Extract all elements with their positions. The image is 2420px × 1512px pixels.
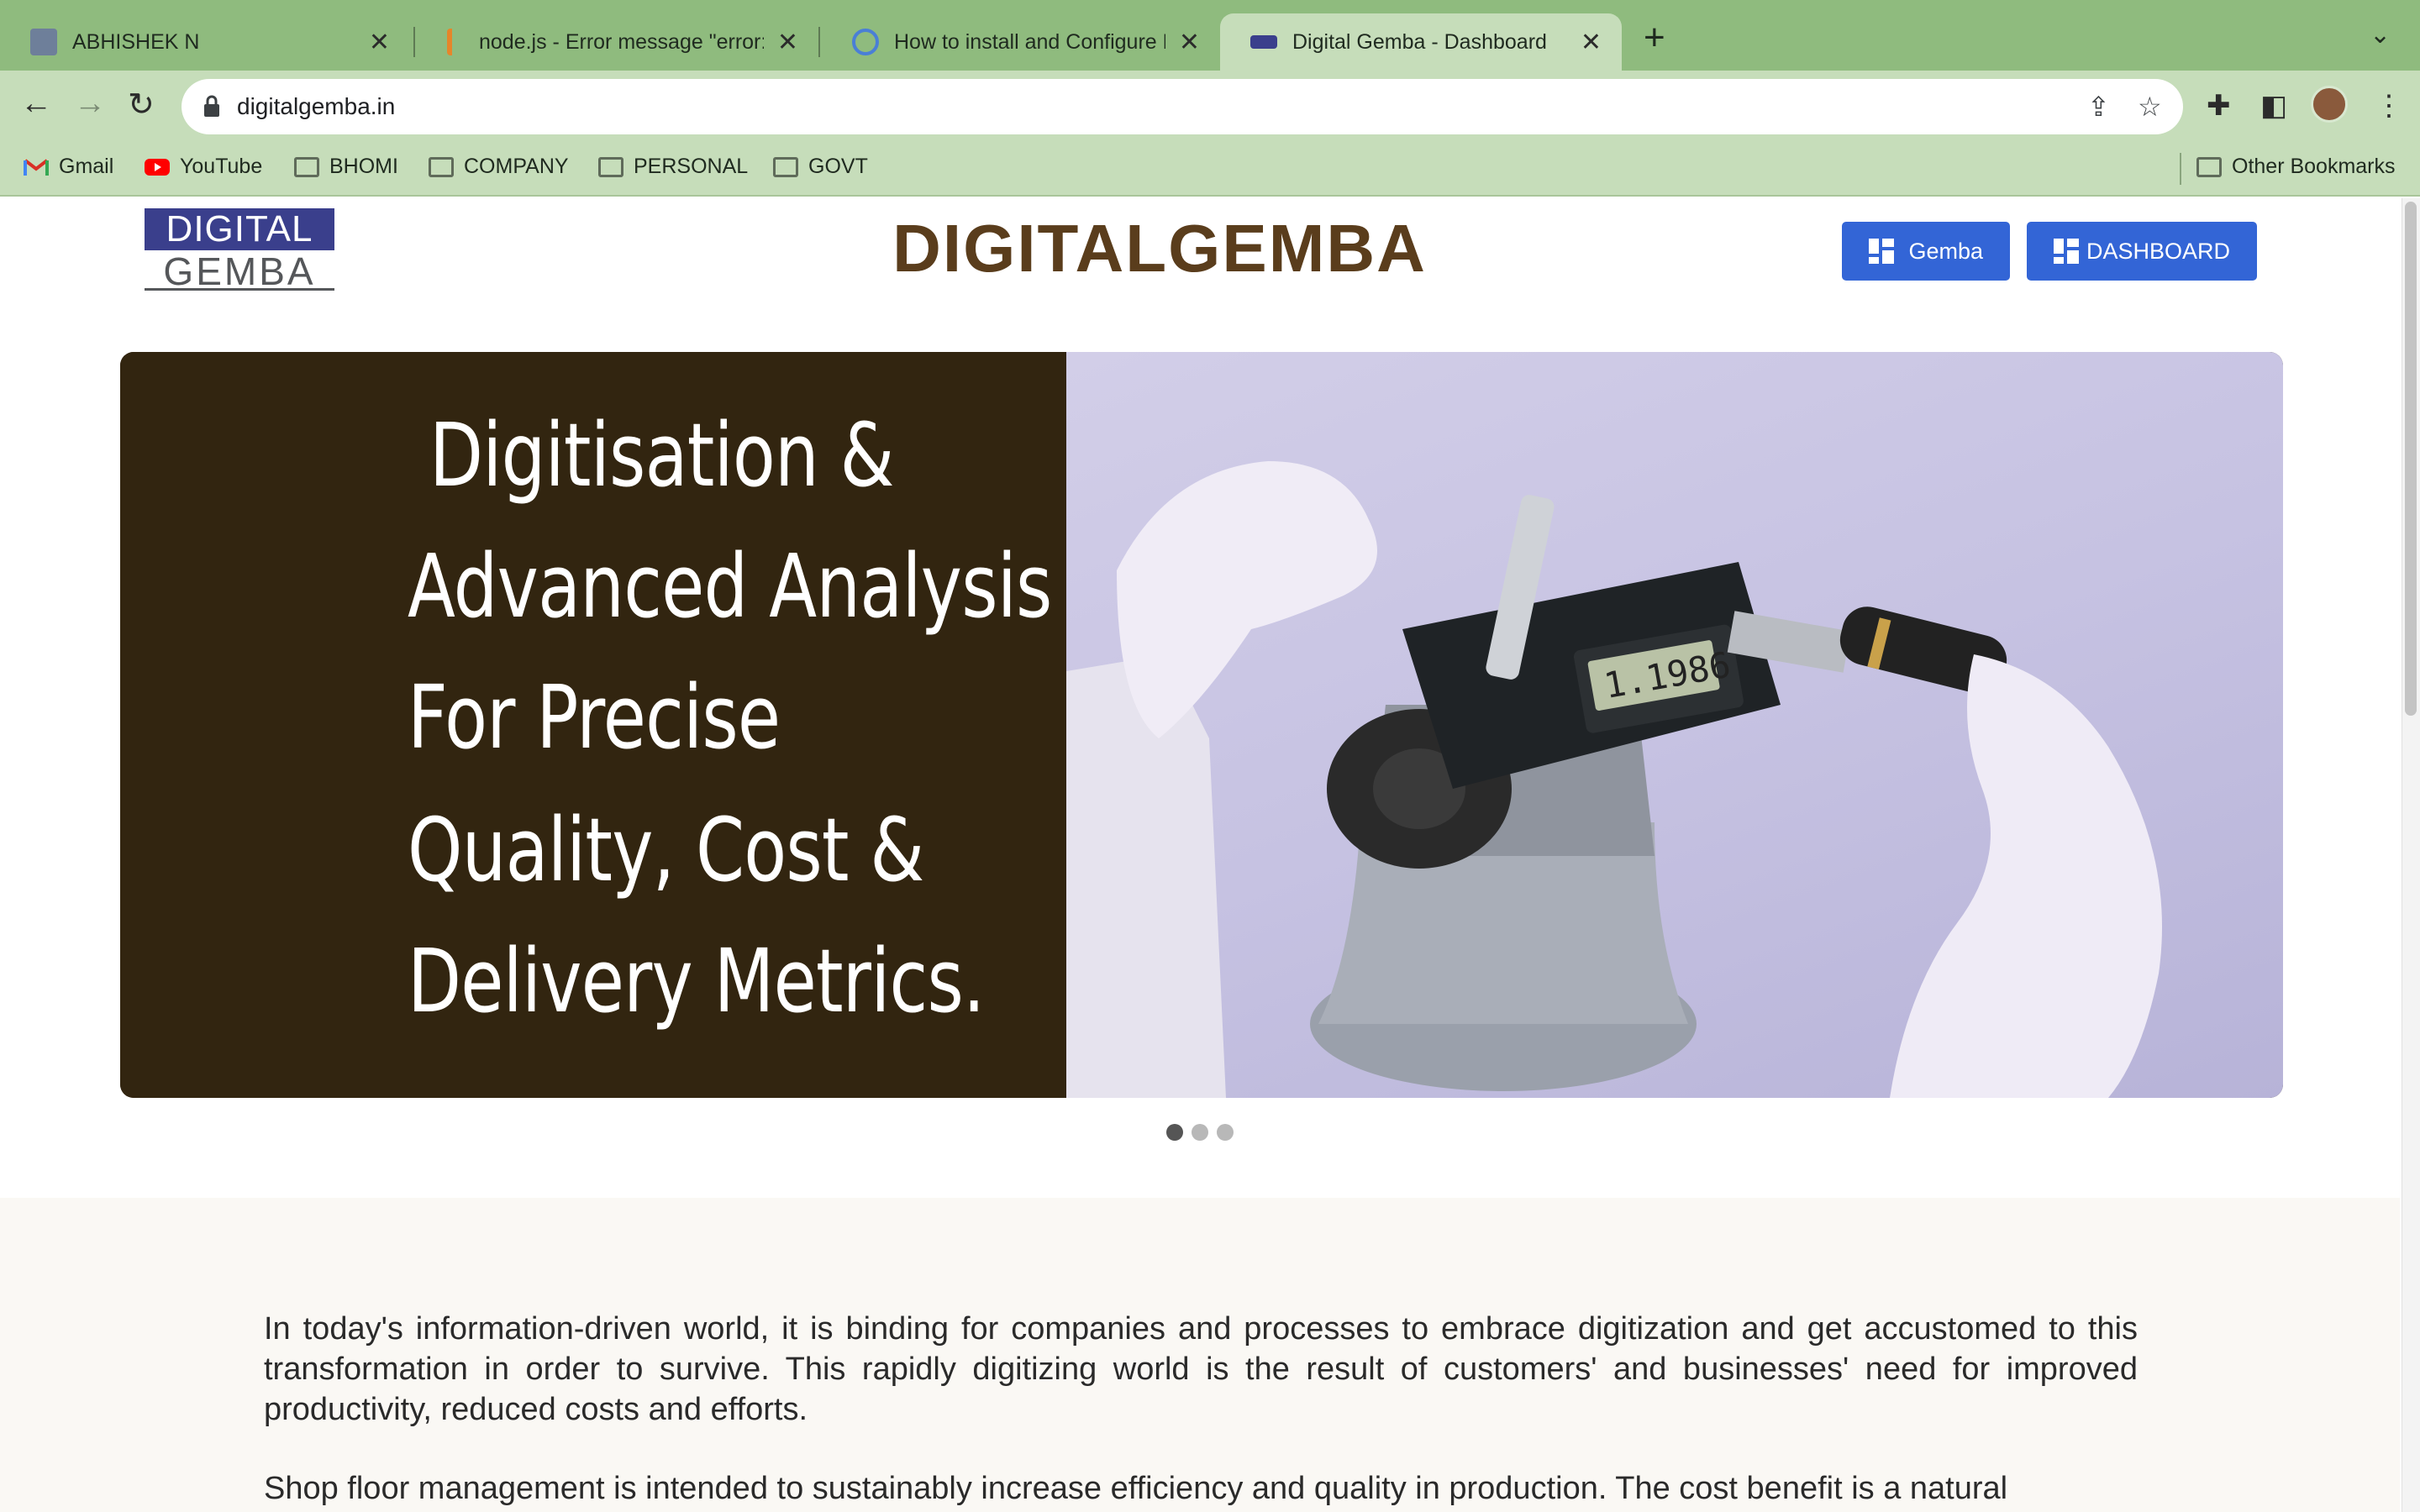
close-icon[interactable]: ✕ xyxy=(777,28,798,57)
bookmark-label: PERSONAL xyxy=(634,155,749,178)
hero-line: Digitisation & xyxy=(429,404,894,507)
extensions-icon[interactable]: ✚ xyxy=(2207,89,2231,123)
bookmark-label: Other Bookmarks xyxy=(2232,155,2396,178)
stackoverflow-favicon-icon xyxy=(447,29,464,55)
new-tab-icon[interactable]: + xyxy=(1644,17,1665,59)
close-icon[interactable]: ✕ xyxy=(1179,28,1200,57)
dashboard-button-label: DASHBOARD xyxy=(2086,238,2230,264)
share-icon[interactable]: ⇪ xyxy=(2087,91,2110,123)
tab-nginx[interactable]: How to install and Configure Nginx ✕ xyxy=(822,13,1220,71)
tab-title: ABHISHEK N xyxy=(72,29,200,54)
bookmark-folder-personal[interactable]: PERSONAL xyxy=(598,155,748,179)
browser-toolbar: ← → ↻ digitalgemba.in ⇪ ☆ ✚ ◧ ⋮ xyxy=(0,71,2420,143)
bookmark-label: COMPANY xyxy=(464,155,569,178)
site-logo[interactable]: DIGITAL GEMBA xyxy=(145,208,334,291)
carousel-dot-1[interactable] xyxy=(1166,1124,1183,1141)
about-paragraph-2: Shop floor management is intended to sus… xyxy=(264,1471,2008,1506)
hero-line: Quality, Cost & xyxy=(408,799,924,901)
bookmark-folder-bhomi[interactable]: BHOMI xyxy=(294,155,398,179)
bookmark-folder-company[interactable]: COMPANY xyxy=(429,155,569,179)
logo-top: DIGITAL xyxy=(145,208,334,250)
web-page: DIGITAL GEMBA DIGITALGEMBA Gemba DASHBOA… xyxy=(0,198,2400,1512)
tab-separator xyxy=(413,27,415,57)
digitalgemba-favicon-icon xyxy=(1250,35,1277,49)
logo-bottom: GEMBA xyxy=(145,252,334,291)
dashboard-grid-icon xyxy=(1869,239,1894,264)
profile-avatar-icon[interactable] xyxy=(2311,86,2348,123)
folder-icon xyxy=(2196,156,2222,177)
hero-line: Delivery Metrics. xyxy=(408,930,985,1032)
tab-title: node.js - Error message "error:0308010C xyxy=(479,29,764,54)
bookmark-label: BHOMI xyxy=(329,155,398,178)
gemba-button-label: Gemba xyxy=(1908,238,1983,264)
back-icon[interactable]: ← xyxy=(20,86,52,122)
forward-icon[interactable]: → xyxy=(74,86,106,122)
bookmarks-bar: Gmail YouTube BHOMI COMPANY PERSONAL GOV… xyxy=(0,143,2420,197)
carousel-dot-2[interactable] xyxy=(1192,1124,1208,1141)
hero-line: Advanced Analysis xyxy=(408,535,1052,638)
dashboard-button[interactable]: DASHBOARD xyxy=(2027,222,2257,281)
kebab-menu-icon[interactable]: ⋮ xyxy=(2375,89,2403,123)
brand-title: DIGITALGEMBA xyxy=(892,211,1427,286)
tab-title: Digital Gemba - Dashboard xyxy=(1292,29,1547,54)
bookmarks-separator xyxy=(2180,153,2181,185)
folder-icon xyxy=(429,156,454,177)
about-section: In today's information-driven world, it … xyxy=(0,1198,2400,1512)
hero-line: For Precise xyxy=(408,666,781,769)
chevron-down-icon[interactable]: ⌄ xyxy=(2370,20,2391,50)
folder-icon xyxy=(773,156,798,177)
tab-separator xyxy=(818,27,820,57)
profile-favicon-icon xyxy=(30,29,57,55)
tab-nodejs[interactable]: node.js - Error message "error:0308010C … xyxy=(417,13,818,71)
side-panel-icon[interactable]: ◧ xyxy=(2260,89,2287,123)
bookmark-star-icon[interactable]: ☆ xyxy=(2138,91,2162,123)
close-icon[interactable]: ✕ xyxy=(1581,28,1602,57)
tab-abhishek[interactable]: ABHISHEK N ✕ xyxy=(0,13,410,71)
gmail-icon xyxy=(24,158,49,176)
tab-title: How to install and Configure Nginx xyxy=(894,29,1165,54)
bookmark-label: GOVT xyxy=(808,155,868,178)
bookmark-label: YouTube xyxy=(180,155,263,178)
about-paragraph-1: In today's information-driven world, it … xyxy=(264,1311,2138,1427)
folder-icon xyxy=(598,156,623,177)
reload-icon[interactable]: ↻ xyxy=(128,86,155,123)
carousel-indicators xyxy=(1166,1124,1242,1141)
close-icon[interactable]: ✕ xyxy=(369,28,390,57)
youtube-icon xyxy=(145,158,170,176)
bookmark-folder-govt[interactable]: GOVT xyxy=(773,155,868,179)
bookmark-folder-other[interactable]: Other Bookmarks xyxy=(2196,155,2396,179)
lock-icon xyxy=(204,95,219,117)
micrometer-photo: 1.1986 xyxy=(1066,352,2283,1098)
bookmark-label: Gmail xyxy=(59,155,114,178)
dashboard-grid-icon xyxy=(2054,239,2079,264)
address-bar[interactable]: digitalgemba.in ⇪ ☆ xyxy=(182,79,2183,134)
hero-carousel[interactable]: Digitisation & Advanced Analysis For Pre… xyxy=(120,352,2283,1098)
tab-strip: ABHISHEK N ✕ node.js - Error message "er… xyxy=(0,0,2420,71)
site-favicon-icon xyxy=(852,29,879,55)
carousel-dot-3[interactable] xyxy=(1217,1124,1234,1141)
bookmark-gmail[interactable]: Gmail xyxy=(24,155,113,179)
bookmark-youtube[interactable]: YouTube xyxy=(145,155,262,179)
url-text: digitalgemba.in xyxy=(237,93,396,119)
folder-icon xyxy=(294,156,319,177)
tab-digital-gemba[interactable]: Digital Gemba - Dashboard ✕ xyxy=(1220,13,1622,71)
gemba-button[interactable]: Gemba xyxy=(1842,222,2010,281)
scrollbar-thumb[interactable] xyxy=(2405,202,2417,716)
micrometer-illustration: 1.1986 xyxy=(1066,461,2162,1098)
hero-text-panel: Digitisation & Advanced Analysis For Pre… xyxy=(120,352,1066,1098)
